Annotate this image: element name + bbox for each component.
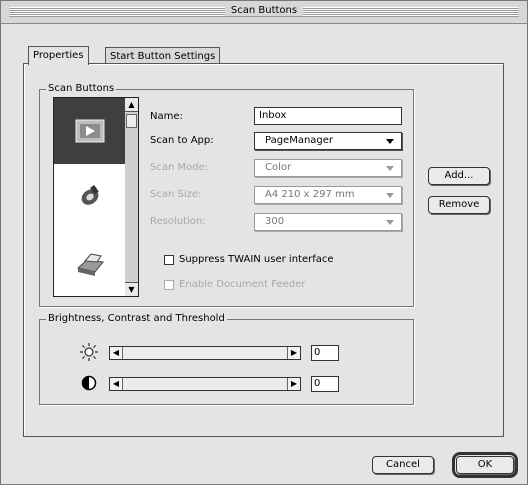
scan-size-label: Scan Size: xyxy=(150,189,202,200)
name-label: Name: xyxy=(150,111,183,122)
chevron-down-icon xyxy=(386,193,394,198)
scan-size-popup: A4 210 x 297 mm xyxy=(254,186,402,204)
printer-icon xyxy=(76,253,104,276)
brightness-value-field[interactable]: 0 xyxy=(311,345,339,361)
list-item-fax[interactable] xyxy=(54,164,126,230)
slider-right-arrow-icon[interactable]: ▶ xyxy=(287,378,300,390)
window-title: Scan Buttons xyxy=(224,5,304,16)
name-field[interactable]: Inbox xyxy=(254,107,402,125)
enable-feeder-checkbox xyxy=(164,280,174,290)
contrast-icon xyxy=(81,375,97,391)
scan-buttons-group-label: Scan Buttons xyxy=(46,83,117,94)
list-item-scanner[interactable] xyxy=(54,98,126,164)
ok-button[interactable]: OK xyxy=(452,452,518,478)
sun-icon xyxy=(80,343,98,361)
chevron-down-icon xyxy=(386,139,394,144)
list-item-printer[interactable] xyxy=(54,230,126,296)
scan-buttons-window: Scan Buttons Properties Start Button Set… xyxy=(0,0,528,485)
slider-left-arrow-icon[interactable]: ◀ xyxy=(110,378,123,390)
contrast-slider[interactable]: ◀ ▶ xyxy=(109,377,301,391)
scanner-icon xyxy=(75,119,105,143)
scan-mode-popup: Color xyxy=(254,159,402,177)
slider-right-arrow-icon[interactable]: ▶ xyxy=(287,347,300,359)
brightness-contrast-group-label: Brightness, Contrast and Threshold xyxy=(46,313,227,324)
scan-mode-value: Color xyxy=(265,162,292,173)
scan-size-value: A4 210 x 297 mm xyxy=(265,189,355,200)
scroll-thumb[interactable] xyxy=(126,114,137,128)
resolution-value: 300 xyxy=(265,216,285,227)
contrast-value-field[interactable]: 0 xyxy=(311,376,339,392)
slider-left-arrow-icon[interactable]: ◀ xyxy=(110,347,123,359)
brightness-contrast-group: Brightness, Contrast and Threshold xyxy=(39,313,414,405)
resolution-label: Resolution: xyxy=(150,216,206,227)
fax-icon xyxy=(81,185,99,205)
tab-properties[interactable]: Properties xyxy=(28,46,89,65)
scan-to-app-value: PageManager xyxy=(265,135,334,146)
suppress-twain-label[interactable]: Suppress TWAIN user interface xyxy=(179,254,334,265)
enable-feeder-label: Enable Document Feeder xyxy=(179,279,306,290)
scan-to-app-popup[interactable]: PageManager xyxy=(254,132,402,150)
scroll-down-arrow-icon[interactable]: ▼ xyxy=(125,282,138,296)
cancel-button[interactable]: Cancel xyxy=(372,456,434,474)
resolution-popup: 300 xyxy=(254,213,402,231)
remove-button[interactable]: Remove xyxy=(428,196,490,214)
brightness-slider[interactable]: ◀ ▶ xyxy=(109,346,301,360)
chevron-down-icon xyxy=(386,166,394,171)
scan-mode-label: Scan Mode: xyxy=(150,162,209,173)
scan-buttons-list-scrollbar[interactable]: ▲ ▼ xyxy=(125,97,139,297)
add-button[interactable]: Add... xyxy=(428,167,490,185)
title-bar[interactable]: Scan Buttons xyxy=(1,1,527,24)
suppress-twain-checkbox[interactable] xyxy=(164,255,174,265)
chevron-down-icon xyxy=(386,220,394,225)
scan-buttons-list[interactable] xyxy=(53,97,127,297)
scan-to-app-label: Scan to App: xyxy=(150,135,214,146)
scroll-up-arrow-icon[interactable]: ▲ xyxy=(125,98,138,112)
